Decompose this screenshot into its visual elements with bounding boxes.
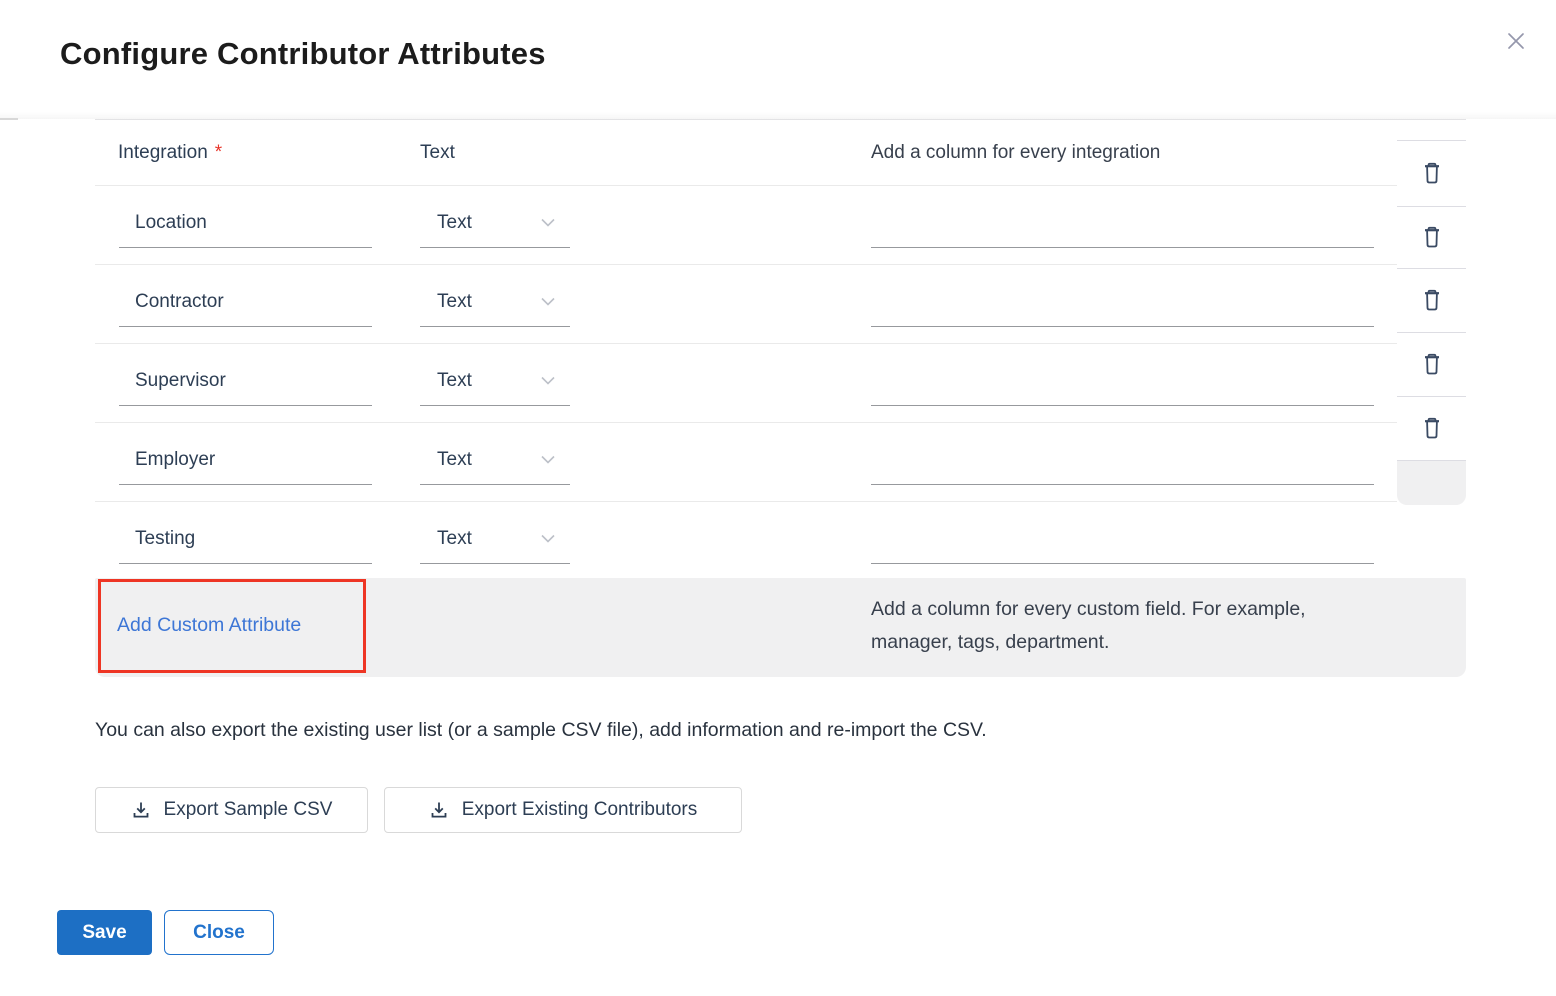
close-button[interactable]: Close: [164, 910, 274, 955]
attribute-name-input[interactable]: Location: [119, 199, 372, 248]
export-hint-text: You can also export the existing user li…: [95, 719, 987, 742]
download-icon: [429, 800, 449, 820]
chevron-down-icon: [540, 218, 556, 228]
delete-row-button[interactable]: [1397, 268, 1466, 332]
attribute-type-value: Text: [437, 528, 472, 550]
attribute-column-input[interactable]: [871, 515, 1374, 564]
chevron-down-icon: [540, 534, 556, 544]
configure-contributor-attributes-modal: Configure Contributor Attributes Integra…: [0, 0, 1556, 996]
attribute-type-value: Text: [437, 212, 472, 234]
attribute-name-input[interactable]: Supervisor: [119, 357, 372, 406]
attribute-type-value: Text: [437, 449, 472, 471]
trash-icon: [1422, 353, 1442, 376]
chevron-down-icon: [540, 297, 556, 307]
add-custom-attribute-link[interactable]: Add Custom Attribute: [117, 578, 301, 672]
attributes-table: Integration * Text Add a column for ever…: [95, 120, 1397, 579]
delete-row-button[interactable]: [1397, 206, 1466, 268]
save-button[interactable]: Save: [57, 910, 152, 955]
trash-icon: [1422, 417, 1442, 440]
trash-icon: [1422, 162, 1442, 185]
chevron-down-icon: [540, 455, 556, 465]
integration-type-label: Text: [420, 120, 455, 186]
export-existing-contributors-button[interactable]: Export Existing Contributors: [384, 787, 742, 833]
export-sample-csv-label: Export Sample CSV: [164, 799, 333, 821]
attribute-type-dropdown[interactable]: Text: [420, 436, 570, 485]
attribute-column-input[interactable]: [871, 436, 1374, 485]
export-existing-contributors-label: Export Existing Contributors: [462, 799, 698, 821]
chevron-down-icon: [540, 376, 556, 386]
attribute-type-dropdown[interactable]: Text: [420, 357, 570, 406]
delete-row-button[interactable]: [1397, 332, 1466, 396]
header-divider-fragment: [0, 118, 18, 120]
attribute-name-input[interactable]: Contractor: [119, 278, 372, 327]
attribute-type-dropdown[interactable]: Text: [420, 199, 570, 248]
delete-column-gray-cell: [1397, 460, 1466, 505]
integration-label: Integration: [118, 142, 208, 164]
table-row: Employer Text: [95, 423, 1397, 502]
attribute-name-input[interactable]: Testing: [119, 515, 372, 564]
table-row: Supervisor Text: [95, 344, 1397, 423]
page-title: Configure Contributor Attributes: [60, 36, 546, 72]
delete-row-button[interactable]: [1397, 140, 1466, 206]
attribute-type-dropdown[interactable]: Text: [420, 515, 570, 564]
required-asterisk: *: [215, 142, 222, 164]
table-row: Contractor Text: [95, 265, 1397, 344]
custom-attribute-description: Add a column for every custom field. For…: [871, 593, 1376, 659]
attribute-name-input[interactable]: Employer: [119, 436, 372, 485]
table-row: Testing Text: [95, 502, 1397, 579]
trash-icon: [1422, 226, 1442, 249]
delete-row-button[interactable]: [1397, 396, 1466, 460]
attribute-column-input[interactable]: [871, 357, 1374, 406]
table-row-integration: Integration * Text Add a column for ever…: [95, 120, 1397, 186]
trash-icon: [1422, 289, 1442, 312]
integration-description: Add a column for every integration: [871, 120, 1160, 186]
add-custom-attribute-row: Add Custom Attribute Add a column for ev…: [95, 578, 1466, 677]
attribute-type-value: Text: [437, 291, 472, 313]
download-icon: [131, 800, 151, 820]
table-row: Location Text: [95, 186, 1397, 265]
attribute-type-value: Text: [437, 370, 472, 392]
close-icon[interactable]: [1502, 27, 1530, 55]
header-shadow: [0, 112, 1556, 119]
attribute-column-input[interactable]: [871, 199, 1374, 248]
attribute-type-dropdown[interactable]: Text: [420, 278, 570, 327]
attribute-column-input[interactable]: [871, 278, 1374, 327]
export-sample-csv-button[interactable]: Export Sample CSV: [95, 787, 368, 833]
